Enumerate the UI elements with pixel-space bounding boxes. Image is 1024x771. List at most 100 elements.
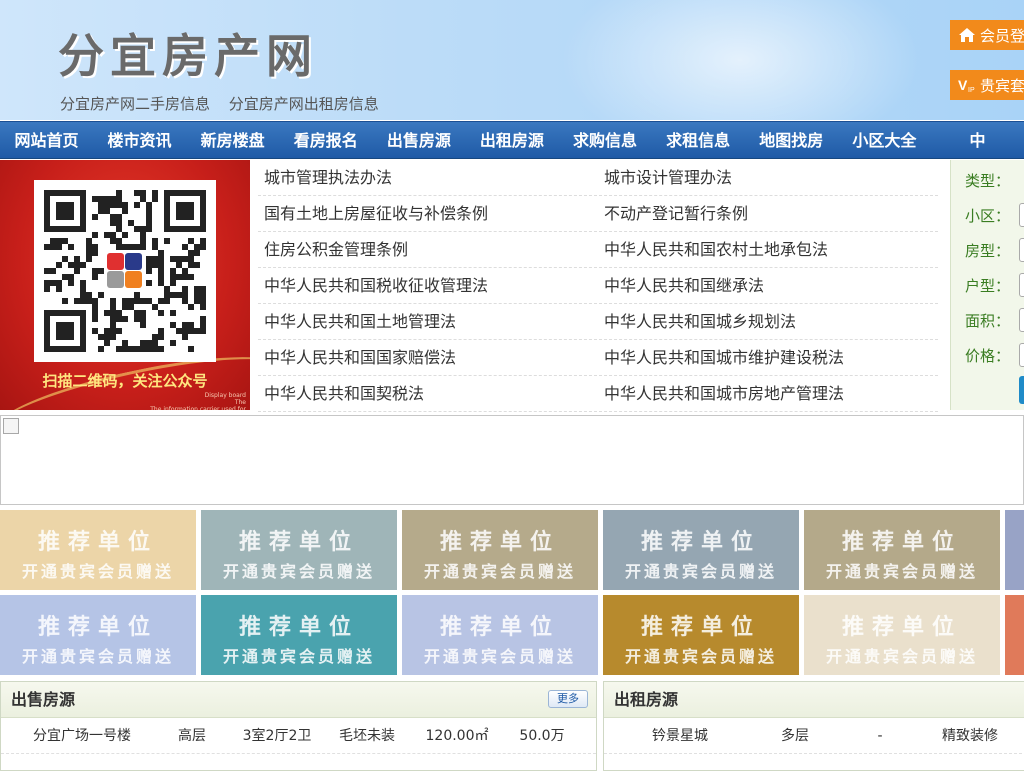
law-link[interactable]: 城市设计管理办法 bbox=[598, 160, 938, 195]
table-row[interactable]: 钤景星城 多层 - 精致装修 bbox=[604, 718, 1024, 754]
qr-caption: 扫描二维码，关注公众号 bbox=[42, 372, 208, 390]
list-item: 中华人民共和国契税法 中华人民共和国城市房地产管理法 bbox=[258, 376, 938, 412]
area-select[interactable] bbox=[1019, 308, 1024, 332]
price-select[interactable] bbox=[1019, 343, 1024, 367]
recommend-tile[interactable]: 推荐单位 开通贵宾会员赠送 bbox=[201, 595, 397, 675]
recommend-tile[interactable]: 推荐单位 开通贵宾会员赠送 bbox=[603, 510, 799, 590]
law-link[interactable]: 中华人民共和国城乡规划法 bbox=[598, 304, 938, 339]
tile-title: 推荐单位 bbox=[640, 615, 761, 640]
tile-title: 推荐单位 bbox=[37, 530, 158, 555]
tile-title: 推荐单位 bbox=[439, 615, 560, 640]
recommend-tile[interactable]: 推荐单位 开通贵宾会员赠送 bbox=[402, 510, 598, 590]
rental-link[interactable]: 分宜房产网出租房信息 bbox=[229, 95, 379, 113]
law-link[interactable]: 住房公积金管理条例 bbox=[258, 232, 598, 267]
tile-subtitle: 开通贵宾会员赠送 bbox=[825, 562, 978, 581]
rent-panel-title: 出租房源 bbox=[614, 690, 679, 709]
recommend-tile[interactable] bbox=[1005, 510, 1024, 590]
table-row[interactable]: 分宜广场一号楼 高层 3室2厅2卫 毛坯未装 120.00㎡ 50.0万 bbox=[1, 718, 596, 754]
banner-small-text: Display board The The information carrier … bbox=[150, 392, 246, 410]
nav-communities[interactable]: 小区大全 bbox=[838, 122, 931, 158]
nav-more[interactable]: 中 bbox=[931, 122, 1024, 158]
vip-package-button[interactable]: V IP 贵宾套 bbox=[950, 70, 1024, 100]
tile-subtitle: 开通贵宾会员赠送 bbox=[825, 647, 978, 666]
tile-subtitle: 开通贵宾会员赠送 bbox=[624, 647, 777, 666]
list-item: 中华人民共和国土地管理法 中华人民共和国城乡规划法 bbox=[258, 304, 938, 340]
recommend-tile[interactable]: 推荐单位 开通贵宾会员赠送 bbox=[603, 595, 799, 675]
property-type-select[interactable] bbox=[1019, 238, 1024, 262]
recommend-tile[interactable]: 推荐单位 开通贵宾会员赠送 bbox=[0, 510, 196, 590]
broken-image-icon bbox=[3, 418, 19, 434]
sale-panel-header: 出售房源 更多 bbox=[1, 682, 596, 718]
law-link[interactable]: 中华人民共和国城市房地产管理法 bbox=[598, 376, 938, 411]
law-link[interactable]: 中华人民共和国契税法 bbox=[258, 376, 598, 411]
recommend-tile[interactable] bbox=[1005, 595, 1024, 675]
main-nav: 网站首页 楼市资讯 新房楼盘 看房报名 出售房源 出租房源 求购信息 求租信息 … bbox=[0, 121, 1024, 159]
community-field[interactable] bbox=[1019, 203, 1024, 227]
list-item: 国有土地上房屋征收与补偿条例 不动产登记暂行条例 bbox=[258, 196, 938, 232]
nav-wanted-rent[interactable]: 求租信息 bbox=[652, 122, 745, 158]
vip-icon: V IP bbox=[958, 76, 976, 94]
tile-title: 推荐单位 bbox=[37, 615, 158, 640]
site-title[interactable]: 分宜房产网 bbox=[58, 20, 318, 86]
law-link[interactable]: 中华人民共和国城市维护建设税法 bbox=[598, 340, 938, 375]
price-label: 价格： bbox=[965, 347, 1011, 365]
law-link[interactable]: 中华人民共和国税收征收管理法 bbox=[258, 268, 598, 303]
rent-panel-header: 出租房源 bbox=[604, 682, 1024, 718]
law-link[interactable]: 城市管理执法办法 bbox=[258, 160, 598, 195]
list-item: 中华人民共和国国家赔偿法 中华人民共和国城市维护建设税法 bbox=[258, 340, 938, 376]
recommend-tile[interactable]: 推荐单位 开通贵宾会员赠送 bbox=[201, 510, 397, 590]
tile-title: 推荐单位 bbox=[439, 530, 560, 555]
listing-layout: - bbox=[877, 728, 883, 744]
nav-viewing-signup[interactable]: 看房报名 bbox=[279, 122, 372, 158]
law-link[interactable]: 中华人民共和国土地管理法 bbox=[258, 304, 598, 339]
law-link[interactable]: 不动产登记暂行条例 bbox=[598, 196, 938, 231]
listing-decoration: 毛坯未装 bbox=[339, 728, 395, 744]
svg-text:V: V bbox=[958, 77, 968, 93]
laws-list: 城市管理执法办法 城市设计管理办法 国有土地上房屋征收与补偿条例 不动产登记暂行… bbox=[258, 160, 938, 412]
nav-map-search[interactable]: 地图找房 bbox=[745, 122, 838, 158]
qr-banner[interactable]: 扫描二维码，关注公众号 Display board The The informat… bbox=[0, 160, 250, 410]
recommend-tile[interactable]: 推荐单位 开通贵宾会员赠送 bbox=[804, 595, 1000, 675]
law-link[interactable]: 中华人民共和国农村土地承包法 bbox=[598, 232, 938, 267]
nav-for-sale[interactable]: 出售房源 bbox=[372, 122, 465, 158]
nav-wanted-buy[interactable]: 求购信息 bbox=[558, 122, 651, 158]
sale-panel-title: 出售房源 bbox=[11, 690, 76, 709]
header-glow bbox=[560, 0, 920, 120]
property-type-label: 房型： bbox=[965, 242, 1011, 260]
nav-market-news[interactable]: 楼市资讯 bbox=[93, 122, 186, 158]
law-link[interactable]: 中华人民共和国国家赔偿法 bbox=[258, 340, 598, 375]
recommend-tile[interactable]: 推荐单位 开通贵宾会员赠送 bbox=[0, 595, 196, 675]
ad-banner-placeholder[interactable] bbox=[0, 415, 1024, 505]
vip-package-label: 贵宾套 bbox=[980, 76, 1024, 95]
tile-subtitle: 开通贵宾会员赠送 bbox=[21, 647, 174, 666]
nav-new-homes[interactable]: 新房楼盘 bbox=[186, 122, 279, 158]
tile-subtitle: 开通贵宾会员赠送 bbox=[624, 562, 777, 581]
qr-code bbox=[34, 180, 216, 362]
listing-price: 50.0万 bbox=[519, 728, 565, 744]
listing-name[interactable]: 钤景星城 bbox=[610, 718, 750, 753]
header-sub-links: 分宜房产网二手房信息 分宜房产网出租房信息 bbox=[60, 93, 393, 114]
table-row[interactable] bbox=[604, 754, 1024, 770]
list-item: 住房公积金管理条例 中华人民共和国农村土地承包法 bbox=[258, 232, 938, 268]
listing-building-type: 多层 bbox=[781, 728, 809, 744]
member-login-button[interactable]: 会员登 bbox=[950, 20, 1024, 50]
tile-subtitle: 开通贵宾会员赠送 bbox=[423, 562, 576, 581]
listing-name[interactable]: 分宜广场一号楼 bbox=[7, 718, 157, 753]
recommend-tile[interactable]: 推荐单位 开通贵宾会员赠送 bbox=[402, 595, 598, 675]
nav-for-rent[interactable]: 出租房源 bbox=[465, 122, 558, 158]
law-link[interactable]: 中华人民共和国继承法 bbox=[598, 268, 938, 303]
listing-decoration: 精致装修 bbox=[942, 728, 998, 744]
rental-listings-panel: 出租房源 钤景星城 多层 - 精致装修 bbox=[603, 681, 1024, 771]
more-button[interactable]: 更多 bbox=[548, 690, 588, 708]
tile-title: 推荐单位 bbox=[841, 615, 962, 640]
recommend-tile[interactable]: 推荐单位 开通贵宾会员赠送 bbox=[804, 510, 1000, 590]
tile-title: 推荐单位 bbox=[841, 530, 962, 555]
nav-home[interactable]: 网站首页 bbox=[0, 122, 93, 158]
tile-title: 推荐单位 bbox=[238, 530, 359, 555]
listing-layout: 3室2厅2卫 bbox=[242, 728, 312, 744]
search-button[interactable] bbox=[1019, 376, 1024, 404]
law-link[interactable]: 国有土地上房屋征收与补偿条例 bbox=[258, 196, 598, 231]
secondhand-link[interactable]: 分宜房产网二手房信息 bbox=[60, 95, 210, 113]
table-row[interactable] bbox=[1, 754, 596, 770]
layout-select[interactable] bbox=[1019, 273, 1024, 297]
